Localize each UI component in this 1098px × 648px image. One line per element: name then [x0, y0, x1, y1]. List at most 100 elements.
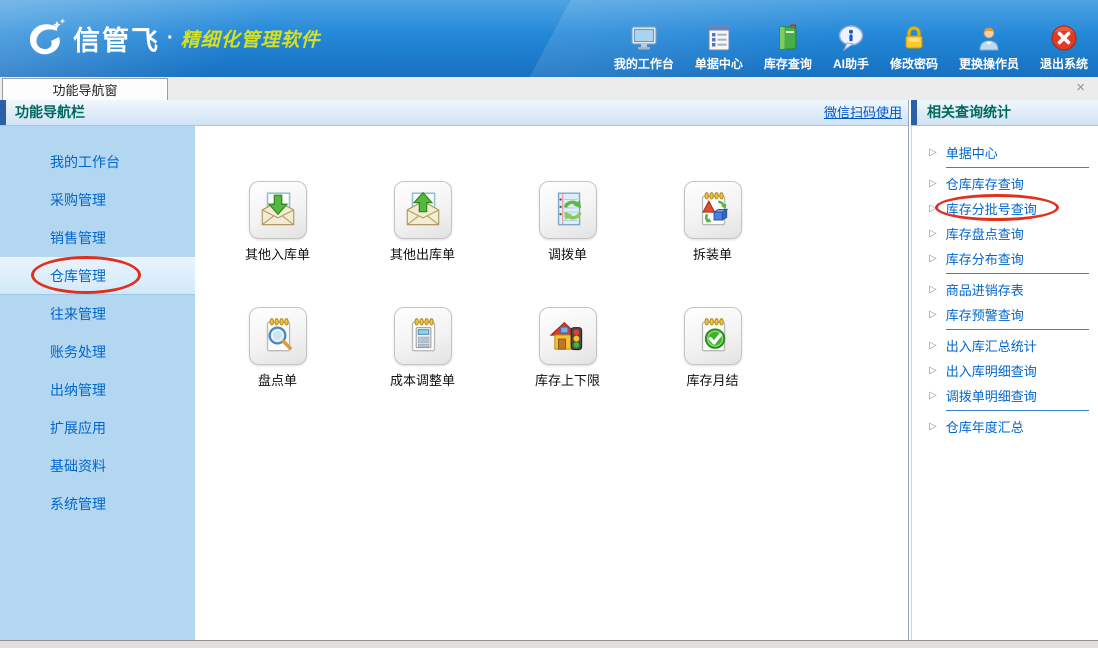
icon-grid: 其他入库单其他出库单 调拨单拆装单盘点单成本调整单 库存上下限 库存月结: [195, 126, 908, 433]
query-link-label: 单据中心: [946, 143, 998, 162]
sidebar-item-label: 仓库管理: [50, 268, 106, 284]
monitor-icon: [629, 23, 659, 53]
triangle-bullet-icon: ▷: [929, 284, 937, 295]
shortcut-other-inbound-order[interactable]: 其他入库单: [205, 181, 350, 307]
toolbar-button-label: 退出系统: [1040, 55, 1088, 72]
shortcut-other-outbound-order[interactable]: 其他出库单: [350, 181, 495, 307]
nav-panel-title: 功能导航栏: [15, 100, 85, 125]
query-link-label: 库存分布查询: [946, 249, 1024, 268]
sidebar-item-basic-data[interactable]: 基础资料: [0, 447, 195, 485]
speech-bubble-info-icon: [836, 23, 866, 53]
toolbar-button-inventory-query[interactable]: 库存查询: [764, 23, 812, 72]
operator-icon: [974, 23, 1004, 53]
wechat-scan-link[interactable]: 微信扫码使用: [824, 100, 902, 125]
shortcut-label: 库存上下限: [535, 370, 600, 389]
brand-logo-icon: [24, 16, 68, 60]
padlock-icon: [899, 23, 929, 53]
notepad-check-icon: [684, 307, 742, 365]
query-link-warehouse-annual-summary[interactable]: ▷仓库年度汇总: [912, 414, 1098, 439]
query-link-label: 库存预警查询: [946, 305, 1024, 324]
brand-name: 信管飞: [73, 19, 160, 58]
sidebar-item-contacts[interactable]: 往来管理: [0, 295, 195, 333]
query-link-stock-batch-no-query[interactable]: ▷ 库存分批号查询: [912, 196, 1098, 221]
toolbar-button-label: 修改密码: [890, 55, 938, 72]
query-link-stock-alert-query[interactable]: ▷ 库存预警查询: [912, 302, 1098, 327]
app-header: 信管飞 · 精细化管理软件 我的工作台单据中心库存查询AI助手修改密码更换操作员…: [0, 0, 1098, 77]
sidebar-item-label: 出纳管理: [50, 382, 106, 398]
toolbar-button-label: 更换操作员: [959, 55, 1019, 72]
query-panel-header: 相关查询统计: [911, 100, 1098, 126]
sidebar-item-sales[interactable]: 销售管理: [0, 219, 195, 257]
shortcut-inventory-month-end[interactable]: 库存月结: [640, 307, 785, 433]
sidebar-item-purchase[interactable]: 采购管理: [0, 181, 195, 219]
left-sidebar: 我的工作台采购管理销售管理仓库管理往来管理账务处理出纳管理扩展应用基础资料系统管…: [0, 126, 195, 640]
triangle-bullet-icon: ▷: [929, 228, 937, 239]
close-icon[interactable]: ×: [1076, 80, 1085, 95]
sidebar-item-label: 往来管理: [50, 306, 106, 322]
document-icon: [704, 23, 734, 53]
sidebar-item-accounting[interactable]: 账务处理: [0, 333, 195, 371]
query-link-label: 库存分批号查询: [946, 199, 1037, 218]
envelope-arrow-down-icon: [249, 181, 307, 239]
toolbar-button-my-workspace[interactable]: 我的工作台: [614, 23, 674, 72]
query-link-doc-center[interactable]: ▷ 单据中心: [912, 140, 1098, 165]
shortcut-disassembly-order[interactable]: 拆装单: [640, 181, 785, 307]
toolbar-button-exit-system[interactable]: 退出系统: [1040, 23, 1088, 72]
query-link-stocktake-query[interactable]: ▷库存盘点查询: [912, 221, 1098, 246]
sidebar-item-cashier[interactable]: 出纳管理: [0, 371, 195, 409]
shortcut-label: 其他出库单: [390, 244, 455, 263]
tab-label: 功能导航窗: [52, 80, 117, 99]
query-link-in-out-detail-query[interactable]: ▷ 出入库明细查询: [912, 358, 1098, 383]
tab-function-navigation[interactable]: 功能导航窗: [2, 78, 168, 100]
top-toolbar: 我的工作台单据中心库存查询 AI助手 修改密码 更换操作员 退出系统: [614, 23, 1088, 72]
triangle-bullet-icon: ▷: [929, 203, 937, 214]
triangle-bullet-icon: ▷: [929, 147, 937, 158]
toolbar-button-switch-operator[interactable]: 更换操作员: [959, 23, 1019, 72]
sidebar-item-label: 账务处理: [50, 344, 106, 360]
notepad-recycle-icon: [539, 181, 597, 239]
query-link-label: 出入库明细查询: [946, 361, 1037, 380]
query-link-label: 商品进销存表: [946, 280, 1024, 299]
shortcut-transfer-order[interactable]: 调拨单: [495, 181, 640, 307]
status-bar: [0, 640, 1098, 648]
sidebar-item-system[interactable]: 系统管理: [0, 485, 195, 523]
nav-panel-header: 功能导航栏 微信扫码使用: [0, 100, 908, 126]
triangle-bullet-icon: ▷: [929, 178, 937, 189]
toolbar-button-ai-assistant[interactable]: AI助手: [833, 23, 869, 72]
shortcut-label: 库存月结: [686, 370, 738, 389]
separator-line: [946, 410, 1089, 411]
sidebar-item-my-workspace[interactable]: 我的工作台: [0, 143, 195, 181]
shortcut-stocktake-order[interactable]: 盘点单: [205, 307, 350, 433]
app-window: 信管飞 · 精细化管理软件 我的工作台单据中心库存查询AI助手修改密码更换操作员…: [0, 0, 1098, 648]
query-link-warehouse-stock-query[interactable]: ▷ 仓库库存查询: [912, 171, 1098, 196]
query-link-transfer-detail-query[interactable]: ▷调拨单明细查询: [912, 383, 1098, 408]
sidebar-item-warehouse[interactable]: 仓库管理: [0, 257, 195, 295]
triangle-bullet-icon: ▷: [929, 309, 937, 320]
notepad-calculator-icon: [394, 307, 452, 365]
sidebar-item-label: 扩展应用: [50, 420, 106, 436]
toolbar-button-change-password[interactable]: 修改密码: [890, 23, 938, 72]
vertical-divider: [908, 100, 909, 640]
shortcut-label: 成本调整单: [390, 370, 455, 389]
shortcut-cost-adjustment-order[interactable]: 成本调整单: [350, 307, 495, 433]
toolbar-button-label: AI助手: [833, 55, 869, 72]
triangle-bullet-icon: ▷: [929, 365, 937, 376]
sidebar-item-label: 销售管理: [50, 230, 106, 246]
query-link-label: 仓库库存查询: [946, 174, 1024, 193]
triangle-bullet-icon: ▷: [929, 340, 937, 351]
notepad-shapes-icon: [684, 181, 742, 239]
query-link-stock-distribution-query[interactable]: ▷库存分布查询: [912, 246, 1098, 271]
sidebar-item-extensions[interactable]: 扩展应用: [0, 409, 195, 447]
triangle-bullet-icon: ▷: [929, 390, 937, 401]
green-book-icon: [773, 23, 803, 53]
house-traffic-light-icon: [539, 307, 597, 365]
shortcut-stock-upper-lower-limit[interactable]: 库存上下限: [495, 307, 640, 433]
separator-line: [946, 167, 1089, 168]
main-area: 其他入库单其他出库单 调拨单拆装单盘点单成本调整单 库存上下限 库存月结: [195, 126, 908, 640]
toolbar-button-doc-center[interactable]: 单据中心: [695, 23, 743, 72]
sidebar-item-label: 基础资料: [50, 458, 106, 474]
query-link-label: 出入库汇总统计: [946, 336, 1037, 355]
query-link-product-flow-report[interactable]: ▷ 商品进销存表: [912, 277, 1098, 302]
sidebar-item-label: 系统管理: [50, 496, 106, 512]
query-link-in-out-summary-stats[interactable]: ▷ 出入库汇总统计: [912, 333, 1098, 358]
